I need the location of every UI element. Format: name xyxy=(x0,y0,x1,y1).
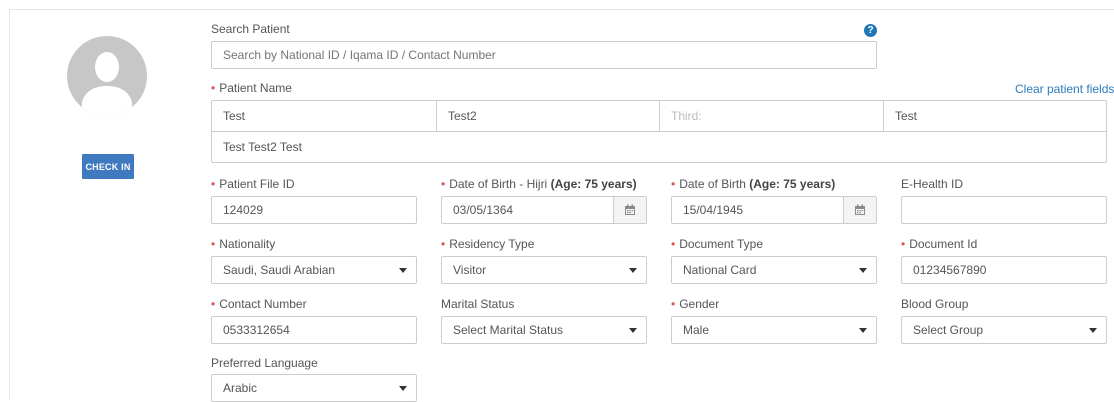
marital-status-select[interactable]: Select Marital Status xyxy=(441,316,647,344)
dob-hijri-label: • Date of Birth - Hijri (Age: 75 years) xyxy=(441,177,637,191)
gender-select[interactable]: Male xyxy=(671,316,877,344)
search-patient-label: Search Patient xyxy=(211,22,290,36)
first-name-field[interactable]: Test xyxy=(212,101,437,132)
required-marker: • xyxy=(671,237,676,251)
document-type-label-text: Document Type xyxy=(679,237,764,251)
third-name-field[interactable]: Third: xyxy=(660,101,884,132)
dob-age: (Age: 75 years) xyxy=(749,177,836,191)
document-id-label: • Document Id xyxy=(901,237,977,251)
calendar-icon[interactable] xyxy=(613,197,646,223)
dob-hijri-input[interactable]: 03/05/1364 xyxy=(441,196,647,224)
chevron-down-icon xyxy=(629,328,637,333)
dob-hijri-value: 03/05/1364 xyxy=(453,203,514,217)
required-marker: • xyxy=(441,177,446,191)
dob-input[interactable]: 15/04/1945 xyxy=(671,196,877,224)
nationality-value: Saudi, Saudi Arabian xyxy=(223,263,336,277)
document-id-input[interactable]: 01234567890 xyxy=(901,256,1107,284)
patient-file-id-label-text: Patient File ID xyxy=(219,177,295,191)
gender-label: • Gender xyxy=(671,297,719,311)
marital-status-label: Marital Status xyxy=(441,297,515,311)
dob-label-text: Date of Birth xyxy=(679,177,746,191)
preferred-language-value: Arabic xyxy=(223,381,258,395)
document-type-select[interactable]: National Card xyxy=(671,256,877,284)
dob-label: • Date of Birth (Age: 75 years) xyxy=(671,177,835,191)
required-marker: • xyxy=(671,177,676,191)
dob-hijri-age: (Age: 75 years) xyxy=(550,177,637,191)
nationality-label: • Nationality xyxy=(211,237,275,251)
patient-name-label: • Patient Name xyxy=(211,81,292,95)
preferred-language-select[interactable]: Arabic xyxy=(211,374,417,402)
required-marker: • xyxy=(211,81,216,95)
clear-patient-fields-link[interactable]: Clear patient fields xyxy=(1015,82,1114,96)
gender-value: Male xyxy=(683,323,710,337)
residency-type-select[interactable]: Visitor xyxy=(441,256,647,284)
document-id-label-text: Document Id xyxy=(909,237,978,251)
required-marker: • xyxy=(441,237,446,251)
nationality-select[interactable]: Saudi, Saudi Arabian xyxy=(211,256,417,284)
residency-type-value: Visitor xyxy=(453,263,487,277)
nationality-label-text: Nationality xyxy=(219,237,276,251)
dob-hijri-label-text: Date of Birth - Hijri xyxy=(449,177,548,191)
chevron-down-icon xyxy=(1089,328,1097,333)
calendar-icon[interactable] xyxy=(843,197,876,223)
marital-status-value: Select Marital Status xyxy=(453,323,564,337)
full-name-field: Test Test2 Test xyxy=(223,140,302,154)
search-patient-input[interactable] xyxy=(211,41,877,69)
required-marker: • xyxy=(901,237,906,251)
blood-group-value: Select Group xyxy=(913,323,984,337)
document-type-label: • Document Type xyxy=(671,237,763,251)
required-marker: • xyxy=(211,177,216,191)
residency-type-label: • Residency Type xyxy=(441,237,534,251)
chevron-down-icon xyxy=(399,386,407,391)
check-in-button[interactable]: CHECK IN xyxy=(82,154,134,179)
preferred-language-label: Preferred Language xyxy=(211,356,318,370)
second-name-field[interactable]: Test2 xyxy=(437,101,660,132)
contact-number-label: • Contact Number xyxy=(211,297,307,311)
chevron-down-icon xyxy=(399,268,407,273)
patient-file-id-label: • Patient File ID xyxy=(211,177,295,191)
required-marker: • xyxy=(211,297,216,311)
residency-type-label-text: Residency Type xyxy=(449,237,535,251)
patient-name-table: Test Test2 Third: Test Test Test2 Test xyxy=(211,100,1107,163)
patient-name-label-text: Patient Name xyxy=(219,81,292,95)
ehealth-id-input[interactable] xyxy=(901,196,1107,224)
chevron-down-icon xyxy=(859,268,867,273)
ehealth-id-label: E-Health ID xyxy=(901,177,964,191)
help-icon[interactable]: ? xyxy=(864,24,877,37)
avatar-placeholder-icon xyxy=(67,36,147,116)
chevron-down-icon xyxy=(859,328,867,333)
contact-number-label-text: Contact Number xyxy=(219,297,307,311)
blood-group-label: Blood Group xyxy=(901,297,969,311)
patient-file-id-input[interactable]: 124029 xyxy=(211,196,417,224)
blood-group-select[interactable]: Select Group xyxy=(901,316,1107,344)
chevron-down-icon xyxy=(629,268,637,273)
contact-number-input[interactable]: 0533312654 xyxy=(211,316,417,344)
dob-value: 15/04/1945 xyxy=(683,203,744,217)
last-name-field[interactable]: Test xyxy=(884,101,1106,132)
required-marker: • xyxy=(671,297,676,311)
document-type-value: National Card xyxy=(683,263,757,277)
required-marker: • xyxy=(211,237,216,251)
gender-label-text: Gender xyxy=(679,297,720,311)
